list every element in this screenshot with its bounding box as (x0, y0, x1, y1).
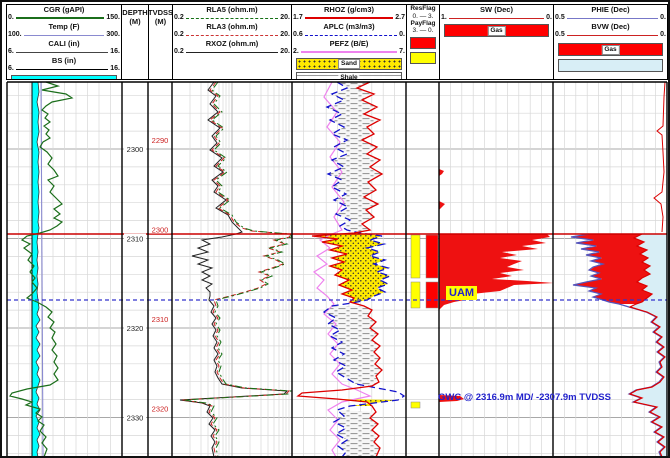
tvdss-depth-label: 2290 (152, 136, 169, 145)
cgr-min: 0. (8, 14, 14, 21)
sw-gas-swatch: Gas (444, 24, 549, 37)
temp-label: Temp (F) (48, 22, 80, 31)
shale-swatch: Shale (296, 72, 402, 79)
aplc-label: APLC (m3/m3) (323, 22, 375, 31)
md-depth-label: 2330 (127, 414, 144, 423)
aplc-max: 0. (399, 31, 405, 38)
bs-label: BS (in) (51, 56, 77, 65)
aplc-line (304, 34, 398, 36)
tvdss-depth-label: 2300 (152, 226, 169, 235)
cali-min: 6. (8, 48, 14, 55)
sand-swatch-label: Sand (338, 59, 360, 69)
bs-min: 6. (8, 65, 14, 72)
cali-label: CALI (in) (48, 39, 80, 48)
payflag-label: PayFlag (410, 19, 436, 27)
md-depth-label: 2320 (127, 324, 144, 333)
header-sw: SW (Dec) 1. 0. Gas (439, 4, 554, 80)
header-resistivity: RLA5 (ohm.m) 0.2 20. RLA3 (ohm.m) 0.2 20. … (172, 4, 292, 80)
rxoz-max: 20. (280, 48, 290, 55)
rhoz-max: 2.7 (395, 14, 405, 21)
rxoz-label: RXOZ (ohm.m) (205, 39, 259, 48)
header-track1: CGR (gAPI) 0. 150. Temp (F) 100. 300. CALI… (6, 4, 122, 80)
cgr-line (15, 17, 105, 19)
rhoz-label: RHOZ (g/cm3) (323, 5, 374, 14)
well-log-viewer: CGR (gAPI) 0. 150. Temp (F) 100. 300. CALI… (0, 0, 670, 458)
gwc-annotation: GWC @ 2316.9m MD/ -2307.9m TVDSS (438, 392, 611, 403)
rla5-max: 20. (280, 14, 290, 21)
sw-gas-label: Gas (487, 25, 506, 36)
rxoz-line (185, 51, 279, 53)
uam-marker-label: UAM (446, 286, 478, 300)
rla3-min: 0.2 (174, 31, 184, 38)
sand-swatch: Sand (296, 58, 402, 70)
temp-min: 100. (8, 31, 22, 38)
phie-max: 0. (660, 14, 666, 21)
header-flags: ResFlag 0. — 3. PayFlag 3. — 0. (406, 4, 440, 80)
bvw-max: 0. (660, 31, 666, 38)
rla5-min: 0.2 (174, 14, 184, 21)
pefz-max: 7. (399, 48, 405, 55)
tvdss-unit: (M) (154, 17, 167, 26)
depth-title: DEPTH (122, 8, 148, 17)
cali-line (15, 51, 109, 53)
bvw-line (566, 34, 659, 36)
sw-line (448, 17, 545, 19)
sw-max: 0. (546, 14, 552, 21)
payflag-swatch (410, 52, 436, 64)
rla3-max: 20. (280, 31, 290, 38)
temp-line (23, 34, 105, 36)
phie-gas-label: Gas (601, 44, 620, 55)
cali-max: 16. (110, 48, 120, 55)
bvw-min: 0.5 (555, 31, 565, 38)
tvdss-depth-label: 2310 (152, 315, 169, 324)
plot-area[interactable]: 2300 2310 2320 2330 2290 2300 2310 2320 UAM GWC… (2, 80, 668, 456)
md-depth-label: 2310 (127, 235, 144, 244)
rxoz-min: 0.2 (174, 48, 184, 55)
rhoz-min: 1.7 (293, 14, 303, 21)
resflag-label: ResFlag (410, 5, 436, 12)
phie-water-swatch (558, 59, 663, 72)
header-phie: PHIE (Dec) 0.5 0. BVW (Dec) 0.5 0. Gas (553, 4, 668, 80)
phie-label: PHIE (Dec) (591, 5, 630, 14)
bs-line (15, 68, 109, 70)
rla5-line (185, 17, 279, 19)
header-depth: DEPTH (M) (121, 4, 149, 80)
aplc-min: 0.6 (293, 31, 303, 38)
pefz-line (300, 51, 398, 53)
sw-min: 1. (441, 14, 447, 21)
bs-max: 16. (110, 65, 120, 72)
md-depth-label: 2300 (127, 145, 144, 154)
rhoz-line (304, 17, 394, 19)
payflag-scale: 3. — 0. (412, 27, 434, 34)
resflag-scale: 0. — 3. (412, 12, 434, 20)
cgr-label: CGR (gAPI) (43, 5, 85, 14)
bvw-label: BVW (Dec) (591, 22, 630, 31)
pefz-label: PEFZ (B/E) (329, 39, 369, 48)
rla3-line (185, 34, 279, 36)
resflag-swatch (410, 37, 436, 49)
phie-line (566, 17, 659, 19)
rla3-label: RLA3 (ohm.m) (206, 22, 258, 31)
header-tvdss: TVDSS (M) (148, 4, 173, 80)
temp-max: 300. (106, 31, 120, 38)
pefz-min: 2. (293, 48, 299, 55)
depth-unit: (M) (129, 17, 141, 26)
sw-label: SW (Dec) (480, 5, 513, 14)
cgr-max: 150. (106, 14, 120, 21)
phie-min: 0.5 (555, 14, 565, 21)
rla5-label: RLA5 (ohm.m) (206, 5, 258, 14)
tvdss-title: TVDSS (148, 8, 173, 17)
header-density: RHOZ (g/cm3) 1.7 2.7 APLC (m3/m3) 0.6 0. P… (291, 4, 407, 80)
tvdss-depth-label: 2320 (152, 405, 169, 414)
phie-gas-swatch: Gas (558, 43, 663, 56)
